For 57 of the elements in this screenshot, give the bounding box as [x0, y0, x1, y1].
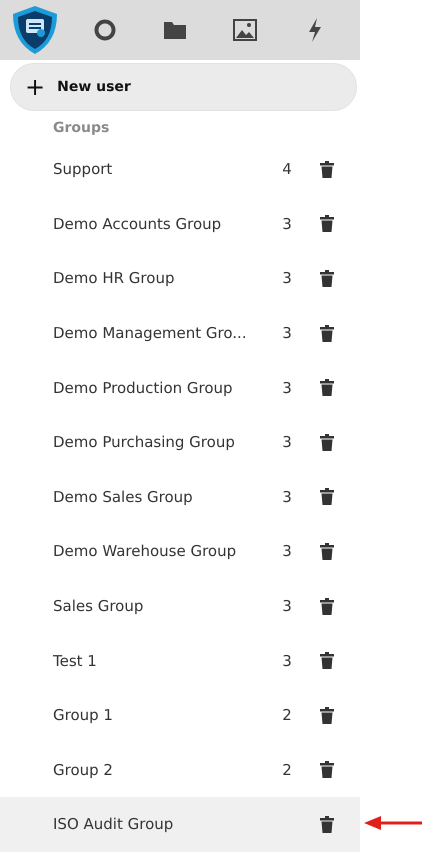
group-name: Demo Warehouse Group: [53, 542, 238, 560]
group-row[interactable]: Demo Accounts Group 3: [0, 196, 360, 252]
plus-icon: +: [25, 75, 46, 99]
trash-icon[interactable]: [320, 598, 334, 615]
group-name: Demo Purchasing Group: [53, 433, 236, 452]
group-name: Support: [53, 160, 114, 178]
member-count: 2: [281, 706, 293, 724]
member-count: 3: [281, 324, 293, 342]
folder-icon[interactable]: [163, 20, 187, 40]
trash-icon[interactable]: [320, 270, 334, 287]
member-count: 3: [281, 652, 293, 670]
member-count: 2: [281, 760, 293, 779]
group-row[interactable]: Demo Warehouse Group 3: [0, 524, 360, 579]
group-name: Group 2: [53, 760, 114, 779]
trash-icon[interactable]: [320, 488, 334, 506]
group-name: Demo Management Gro...: [53, 324, 248, 342]
group-name: Sales Group: [53, 597, 144, 616]
group-name: ISO Audit Group: [53, 815, 174, 834]
member-count: 3: [281, 433, 293, 452]
trash-icon[interactable]: [320, 324, 334, 342]
trash-icon[interactable]: [320, 816, 334, 833]
member-count: 3: [281, 269, 293, 288]
group-name: Demo Accounts Group: [53, 214, 222, 233]
lightning-icon[interactable]: [307, 18, 323, 42]
member-count: 3: [281, 542, 293, 560]
circle-icon[interactable]: [93, 18, 117, 42]
group-row[interactable]: Demo Production Group 3: [0, 360, 360, 415]
trash-icon[interactable]: [320, 379, 334, 396]
group-row[interactable]: Demo Sales Group 3: [0, 470, 360, 524]
member-count: 3: [281, 488, 293, 506]
trash-icon[interactable]: [320, 652, 334, 670]
group-row[interactable]: Group 2 2: [0, 742, 360, 798]
trash-icon[interactable]: [320, 706, 334, 724]
group-row[interactable]: Demo HR Group 3: [0, 251, 360, 306]
group-name: Demo Production Group: [53, 378, 234, 397]
group-row[interactable]: Support 4: [0, 142, 360, 197]
groups-heading: Groups: [53, 120, 110, 136]
group-row[interactable]: Demo Management Gro... 3: [0, 306, 360, 360]
group-name: Demo HR Group: [53, 269, 176, 288]
member-count: 3: [281, 597, 293, 616]
group-row[interactable]: Sales Group 3: [0, 578, 360, 634]
member-count: 4: [281, 160, 293, 178]
trash-icon[interactable]: [320, 160, 334, 178]
group-name: Test 1: [53, 652, 98, 670]
trash-icon[interactable]: [320, 434, 334, 451]
group-name: Group 1: [53, 706, 114, 724]
group-row[interactable]: Group 1 2: [0, 688, 360, 743]
trash-icon[interactable]: [320, 215, 334, 232]
group-row[interactable]: Demo Purchasing Group 3: [0, 414, 360, 470]
group-row[interactable]: Test 1 3: [0, 633, 360, 688]
trash-icon[interactable]: [320, 542, 334, 560]
image-icon[interactable]: [233, 19, 257, 41]
member-count: 3: [281, 214, 293, 233]
group-name: Demo Sales Group: [53, 488, 194, 506]
member-count: 3: [281, 378, 293, 397]
trash-icon[interactable]: [320, 761, 334, 778]
new-user-button[interactable]: + New user: [10, 63, 357, 111]
